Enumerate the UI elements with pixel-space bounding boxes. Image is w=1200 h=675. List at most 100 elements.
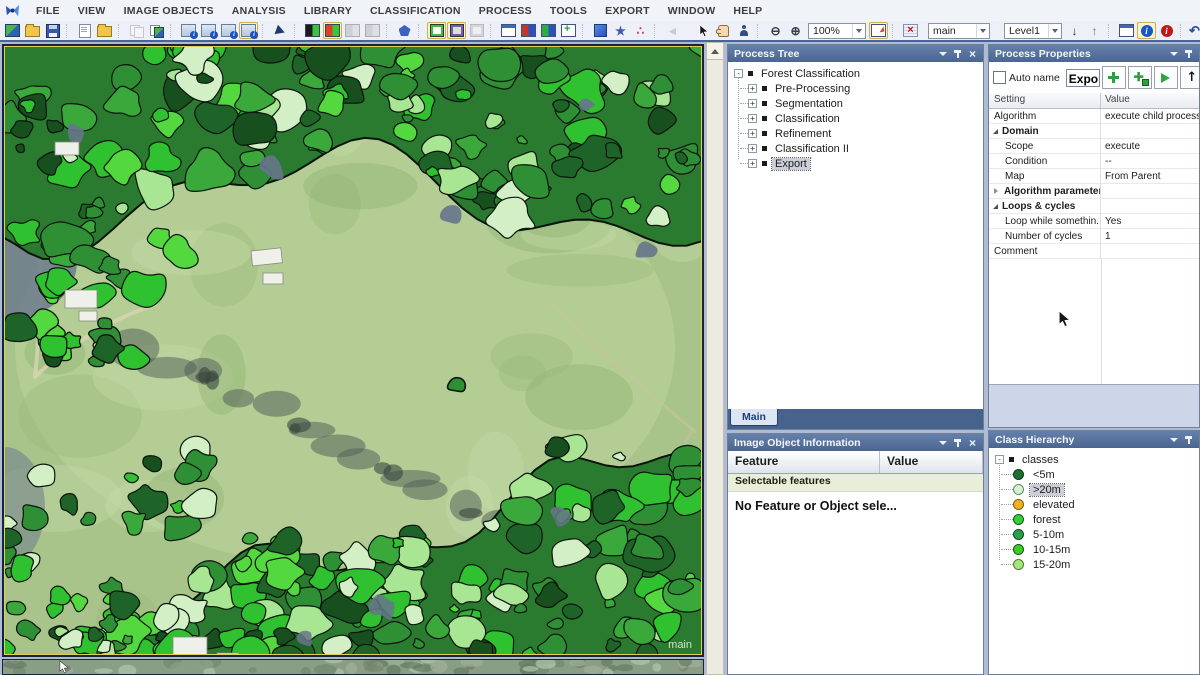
dropdown-arrow-icon[interactable] [976, 24, 989, 38]
dropdown-arrow-icon[interactable] [1048, 24, 1061, 38]
show-outlines-icon[interactable] [427, 22, 446, 39]
menu-export[interactable]: EXPORT [596, 5, 659, 17]
panel-menu-button[interactable] [935, 435, 950, 450]
level-combo[interactable]: Level1 [1004, 23, 1062, 39]
star-icon[interactable]: ★ [611, 22, 630, 39]
feature-column-header[interactable]: Feature [728, 451, 880, 473]
pan-tool-icon[interactable] [714, 22, 733, 39]
membership-view-icon[interactable] [363, 22, 382, 39]
execute-process-button[interactable] [1154, 66, 1178, 89]
insert-child-process-button[interactable] [1128, 66, 1152, 89]
menu-help[interactable]: HELP [724, 5, 771, 17]
setting-row-comment[interactable]: Comment [989, 244, 1199, 259]
class-hierarchy-titlebar[interactable]: Class Hierarchy [989, 431, 1199, 448]
tree-item-segmentation[interactable]: +Segmentation [728, 96, 983, 111]
tab-main[interactable]: Main [730, 409, 778, 426]
move-up-button[interactable]: ↑ [1180, 66, 1200, 89]
undo-icon[interactable]: ↶ [1189, 22, 1200, 39]
setting-row-map[interactable]: MapFrom Parent [989, 169, 1199, 184]
image-object-info-titlebar[interactable]: Image Object Information × [728, 434, 983, 451]
map-combo[interactable]: main [928, 23, 990, 39]
back-icon[interactable]: ◄ [663, 22, 682, 39]
menu-tools[interactable]: TOOLS [541, 5, 596, 17]
scroll-up-button[interactable] [707, 43, 723, 60]
panel-menu-button[interactable] [1166, 432, 1181, 447]
navigate-icon[interactable] [271, 22, 290, 39]
setting-row-scope[interactable]: Scopeexecute [989, 139, 1199, 154]
pixel-view-icon[interactable] [303, 22, 322, 39]
pane-new-icon[interactable] [559, 22, 578, 39]
setting-row-algorithm-parameters[interactable]: Algorithm parameters [989, 184, 1199, 199]
tree-item-refinement[interactable]: +Refinement [728, 126, 983, 141]
pin-button[interactable] [1181, 46, 1196, 61]
menu-process[interactable]: PROCESS [470, 5, 541, 17]
cursor-tool-icon[interactable] [694, 22, 713, 39]
class-item-5m[interactable]: <5m [989, 467, 1199, 482]
process-properties-titlebar[interactable]: Process Properties [989, 45, 1199, 62]
zoom-level-combo[interactable]: 100% [808, 23, 866, 39]
menu-image-objects[interactable]: IMAGE OBJECTS [115, 5, 223, 17]
pin-button[interactable] [950, 46, 965, 61]
window-icon[interactable] [1117, 22, 1136, 39]
menu-classification[interactable]: CLASSIFICATION [361, 5, 470, 17]
copy-window-icon[interactable] [127, 22, 146, 39]
save-project-icon[interactable] [43, 22, 62, 39]
setting-row-number-of-cycles[interactable]: Number of cycles1 [989, 229, 1199, 244]
class-item-forest[interactable]: forest [989, 512, 1199, 527]
polygons-icon[interactable] [467, 22, 486, 39]
value-column-header[interactable]: Value [1101, 93, 1199, 108]
zoom-window-icon[interactable] [869, 22, 888, 39]
view-layouts-icon[interactable]: i [199, 22, 218, 39]
value-column-header[interactable]: Value [880, 451, 983, 473]
setting-row-condition[interactable]: Condition-- [989, 154, 1199, 169]
class-item-5-10m[interactable]: 5-10m [989, 527, 1199, 542]
panel-menu-button[interactable] [935, 46, 950, 61]
class-item-elevated[interactable]: elevated [989, 497, 1199, 512]
process-name-field[interactable]: Export [1066, 69, 1100, 87]
setting-row-domain[interactable]: Domain [989, 124, 1199, 139]
add-process-button[interactable] [1102, 66, 1126, 89]
view-settings-icon[interactable]: i [179, 22, 198, 39]
messages-icon[interactable]: i [1157, 22, 1176, 39]
scatter-icon[interactable]: ∴ [631, 22, 650, 39]
map-view[interactable]: main [4, 46, 702, 655]
setting-column-header[interactable]: Setting [989, 93, 1101, 108]
cube-3d-icon[interactable] [591, 22, 610, 39]
object-info-icon[interactable]: i [1137, 22, 1156, 39]
open-project-icon[interactable] [23, 22, 42, 39]
delete-level-icon[interactable]: × [901, 22, 920, 39]
transparency-icon[interactable] [447, 22, 466, 39]
image-objects-icon[interactable] [395, 22, 414, 39]
class-tree-root[interactable]: -classes [989, 452, 1199, 467]
class-item-15-20m[interactable]: 15-20m [989, 557, 1199, 572]
tree-item-export[interactable]: +Export [728, 156, 983, 171]
panel-menu-button[interactable] [1166, 46, 1181, 61]
setting-row-loops-cycles[interactable]: Loops & cycles [989, 199, 1199, 214]
object-mean-view-icon[interactable]: i [239, 22, 258, 39]
menu-library[interactable]: LIBRARY [295, 5, 361, 17]
pane-compare-icon[interactable] [519, 22, 538, 39]
image-data-view-icon[interactable]: i [219, 22, 238, 39]
dropdown-arrow-icon[interactable] [852, 24, 865, 38]
pin-button[interactable] [950, 435, 965, 450]
auto-name-checkbox[interactable] [993, 71, 1006, 84]
class-item-10-15m[interactable]: 10-15m [989, 542, 1199, 557]
menu-analysis[interactable]: ANALYSIS [223, 5, 295, 17]
class-item-20m[interactable]: >20m [989, 482, 1199, 497]
setting-row-algorithm[interactable]: Algorithmexecute child processes [989, 109, 1199, 124]
zoom-in-icon[interactable]: ⊕ [786, 22, 805, 39]
close-button[interactable]: × [965, 46, 980, 61]
vertical-scrollbar[interactable] [706, 42, 724, 675]
pane-single-icon[interactable] [499, 22, 518, 39]
level-up-icon[interactable]: ↑ [1085, 22, 1104, 39]
samples-view-icon[interactable] [343, 22, 362, 39]
menu-file[interactable]: FILE [27, 5, 69, 17]
menu-view[interactable]: VIEW [69, 5, 115, 17]
tree-item-classification-ii[interactable]: +Classification II [728, 141, 983, 156]
copy-view-icon[interactable] [147, 22, 166, 39]
menu-window[interactable]: WINDOW [659, 5, 725, 17]
open-workspace-icon[interactable] [95, 22, 114, 39]
process-tree-titlebar[interactable]: Process Tree × [728, 45, 983, 62]
tree-item-root[interactable]: -Forest Classification [728, 66, 983, 81]
level-down-icon[interactable]: ↓ [1065, 22, 1084, 39]
